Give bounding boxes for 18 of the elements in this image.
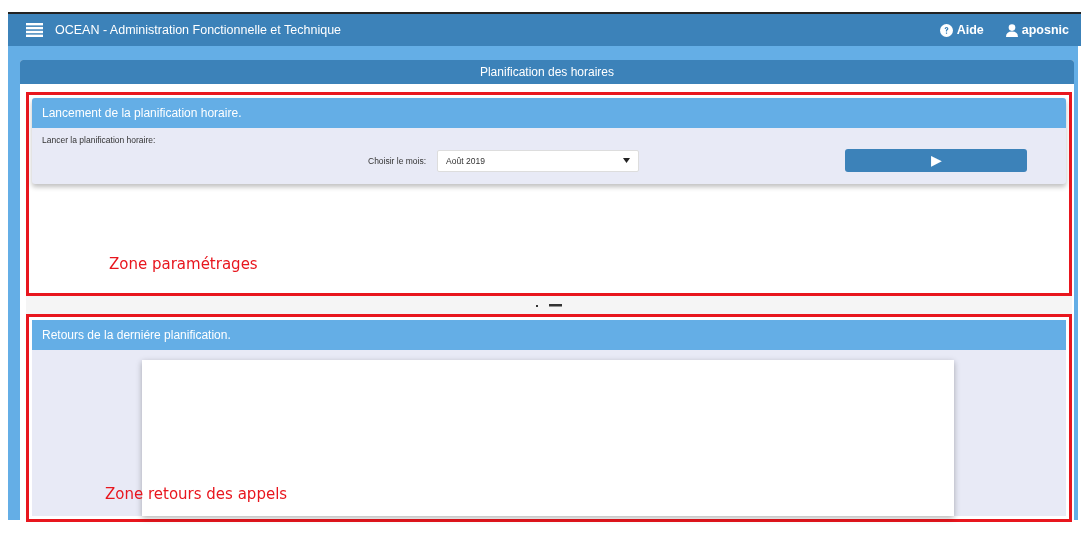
user-link[interactable]: aposnic (1005, 23, 1069, 37)
splitter-handle-icon[interactable] (536, 302, 562, 308)
user-icon (1005, 23, 1018, 37)
page-title: Planification des horaires (20, 60, 1074, 84)
month-label: Choisir le mois: (368, 155, 427, 166)
app-title: OCEAN - Administration Fonctionnelle et Technique (55, 23, 342, 37)
run-button[interactable]: ▶ (845, 149, 1028, 172)
panel-title: Lancement de la planification horaire. (32, 98, 1066, 128)
caret-icon (623, 158, 631, 163)
menu-button[interactable] (26, 23, 43, 37)
annotation-label: Zone retours des appels (105, 485, 288, 503)
help-link[interactable]: Aide (939, 23, 984, 37)
month-select[interactable]: Août 2019 (437, 149, 640, 172)
annotation-label: Zone paramétrages (109, 255, 258, 273)
help-icon (939, 23, 953, 37)
panel-title: Retours de la derniére planification. (32, 320, 1066, 350)
menu-icon (26, 23, 43, 37)
intro-label: Lancer la planification horaire: (42, 135, 157, 145)
